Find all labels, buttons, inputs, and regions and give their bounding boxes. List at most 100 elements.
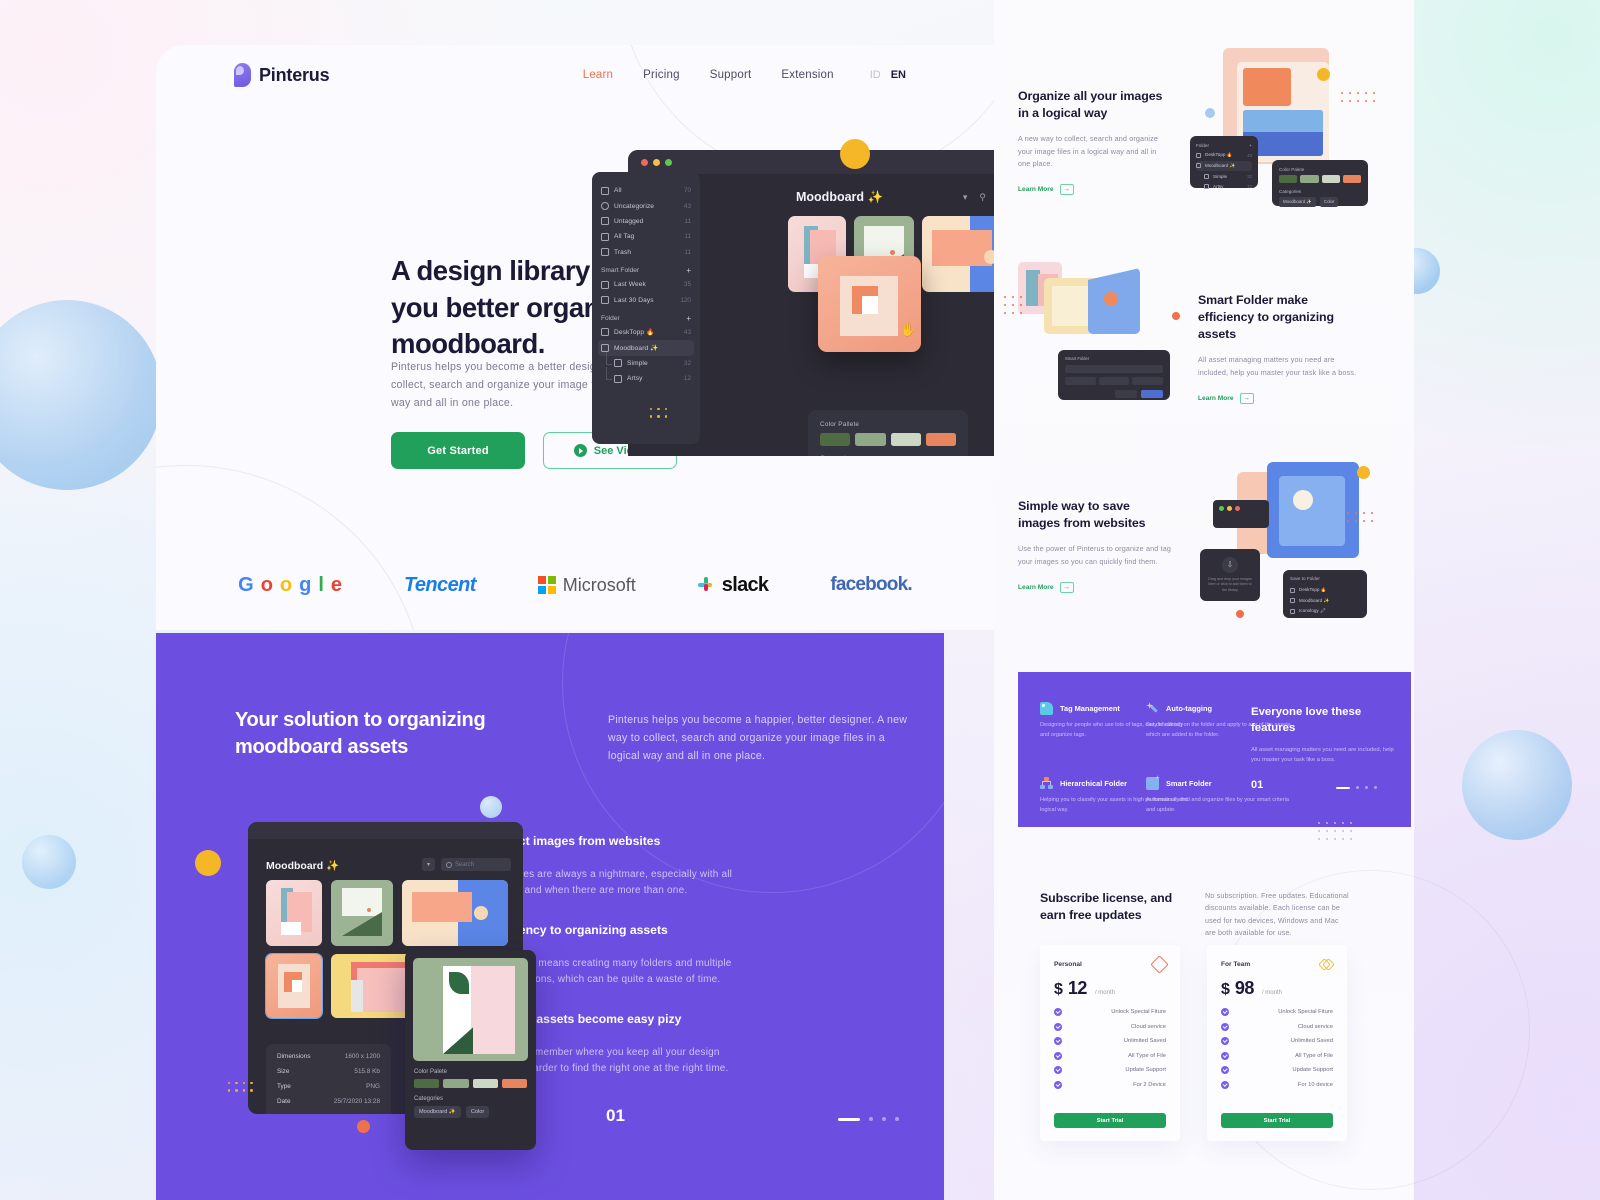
- swatch[interactable]: [443, 1079, 469, 1088]
- pagination-dot[interactable]: [1374, 786, 1377, 789]
- plan-feature: Cloud service: [1054, 1022, 1166, 1031]
- mini-folder-child[interactable]: Artsy 12: [1196, 182, 1252, 193]
- learn-more-link[interactable]: Learn More →: [1018, 581, 1173, 593]
- logo[interactable]: Pinterus: [234, 63, 330, 87]
- plan-feature: For 10 device: [1221, 1080, 1333, 1089]
- save-folder-item[interactable]: Iconology 🖍: [1290, 606, 1360, 617]
- search-icon[interactable]: ⚲: [979, 192, 986, 203]
- cancel-button[interactable]: [1115, 390, 1137, 398]
- nav-link-learn[interactable]: Learn: [583, 69, 613, 81]
- add-smart-folder-icon[interactable]: +: [686, 266, 691, 275]
- filter-icon[interactable]: ▾: [963, 192, 968, 203]
- pagination-dot[interactable]: [882, 1117, 886, 1121]
- swatch[interactable]: [472, 1079, 498, 1088]
- input-field[interactable]: [1065, 365, 1163, 373]
- sidebar-item-trash[interactable]: Trash 11: [601, 245, 691, 260]
- save-folder-item[interactable]: Moodboard ✨: [1290, 596, 1360, 607]
- grid-image[interactable]: [266, 880, 322, 946]
- folder-icon: [1290, 587, 1295, 593]
- grid-image[interactable]: [265, 953, 323, 1019]
- features-card-body: All asset managing matters you need are …: [1251, 747, 1394, 764]
- category-chip[interactable]: Color: [1319, 197, 1339, 207]
- mini-folder-panel: Folder + DeskTopp 🔥 43 Moodboard ✨ Simple…: [1190, 136, 1258, 190]
- learn-more-link[interactable]: Learn More →: [1198, 393, 1358, 405]
- mini-folder-child[interactable]: Simple 32: [1196, 171, 1252, 182]
- input-field[interactable]: [1132, 377, 1164, 385]
- logo-facebook: facebook.: [830, 574, 912, 595]
- sidebar-item-all[interactable]: All 70: [601, 183, 691, 198]
- features-card-copy: Everyone love these features All asset m…: [1251, 705, 1396, 766]
- add-folder-icon[interactable]: +: [686, 314, 691, 323]
- minimize-icon[interactable]: [653, 158, 660, 166]
- window-tools: ▾ ⚲: [963, 192, 986, 203]
- sidebar-item-last-30-days[interactable]: Last 30 Days 120: [601, 292, 691, 307]
- sidebar-item-untagged[interactable]: Untagged 11: [601, 214, 691, 229]
- filter-icon[interactable]: ▾: [422, 858, 435, 871]
- swatch[interactable]: [855, 433, 886, 446]
- swatch[interactable]: [1321, 175, 1340, 183]
- get-started-button[interactable]: Get Started: [391, 432, 525, 469]
- pagination-dot[interactable]: [1365, 786, 1368, 789]
- swatch[interactable]: [414, 1079, 440, 1088]
- nav-link-support[interactable]: Support: [710, 69, 752, 81]
- section-title: Smart Folder make efficiency to organizi…: [1198, 293, 1334, 342]
- carousel-pagination[interactable]: [838, 1117, 899, 1121]
- sidebar-item-uncategorize[interactable]: Uncategorize 43: [601, 198, 691, 213]
- input-field[interactable]: [1098, 377, 1130, 385]
- features-pagination[interactable]: [1336, 786, 1377, 789]
- swatch[interactable]: [501, 1079, 527, 1088]
- color-palette-panel: Color Pallete Categories Moodboard ✨ Col…: [808, 410, 968, 456]
- sidebar-item-all-tag[interactable]: All Tag 11: [601, 229, 691, 244]
- confirm-button[interactable]: [1141, 390, 1163, 398]
- plan-feature: Unlimited Saved: [1221, 1037, 1333, 1045]
- sidebar-item-desktopp[interactable]: DeskTopp 🔥 43: [601, 325, 691, 340]
- swatch[interactable]: [1342, 175, 1361, 183]
- sidebar-item-simple[interactable]: Simple 32: [601, 351, 691, 371]
- maximize-icon[interactable]: [665, 158, 672, 166]
- lang-id[interactable]: ID: [870, 69, 881, 81]
- category-chip[interactable]: Moodboard ✨: [414, 1106, 461, 1118]
- sidebar-item-moodboard[interactable]: Moodboard ✨: [598, 340, 694, 356]
- add-folder-icon[interactable]: +: [1249, 143, 1252, 148]
- mini-folder-item-selected[interactable]: Moodboard ✨: [1196, 160, 1252, 171]
- pagination-dot[interactable]: [869, 1117, 873, 1121]
- pagination-dot[interactable]: [1356, 786, 1359, 789]
- close-icon[interactable]: [641, 158, 648, 166]
- sidebar-label: Last Week: [614, 281, 646, 289]
- save-folder-item[interactable]: DeskTopp 🔥: [1290, 585, 1360, 596]
- start-trial-button[interactable]: Start Trial: [1054, 1113, 1166, 1128]
- right-section-smart-folder: Smart Folder make efficiency to organizi…: [1198, 292, 1358, 405]
- grid-image[interactable]: [402, 880, 508, 946]
- swatch[interactable]: [890, 433, 921, 446]
- pagination-dot[interactable]: [895, 1117, 899, 1121]
- detail-key: Size: [277, 1068, 290, 1075]
- nav-link-extension[interactable]: Extension: [781, 69, 833, 81]
- sidebar-label: All Tag: [614, 233, 635, 241]
- sidebar-item-last-week[interactable]: Last Week 35: [601, 277, 691, 292]
- category-chip[interactable]: Moodboard ✨: [1279, 197, 1316, 207]
- input-field[interactable]: [1065, 377, 1096, 385]
- nav-link-pricing[interactable]: Pricing: [643, 69, 680, 81]
- drop-zone[interactable]: ⇩ Drag and drop your images here or clic…: [1200, 549, 1260, 601]
- swatch[interactable]: [820, 433, 851, 446]
- swatch[interactable]: [1279, 175, 1298, 183]
- pagination-dot-active[interactable]: [838, 1117, 860, 1121]
- grid-image[interactable]: [922, 216, 1000, 292]
- sidebar-count: 43: [683, 328, 691, 336]
- swatch[interactable]: [1300, 175, 1319, 183]
- search-input[interactable]: Search: [441, 858, 511, 871]
- learn-more-link[interactable]: Learn More →: [1018, 184, 1168, 196]
- plan-header: Personal: [1040, 945, 1180, 974]
- category-chip[interactable]: Color: [465, 1106, 490, 1118]
- lang-en[interactable]: EN: [891, 69, 906, 81]
- language-switcher[interactable]: ID EN: [870, 69, 906, 81]
- top-navigation: Pinterus Learn Pricing Support Extension…: [156, 45, 994, 110]
- pagination-dot-active[interactable]: [1336, 786, 1350, 789]
- start-trial-button[interactable]: Start Trial: [1221, 1113, 1333, 1128]
- sidebar-item-artsy[interactable]: Artsy 12: [601, 366, 691, 386]
- detail-key: Date: [277, 1098, 291, 1105]
- dot-decoration: [228, 1082, 253, 1092]
- grid-image[interactable]: [331, 880, 393, 946]
- swatch[interactable]: [925, 433, 956, 446]
- mini-folder-item[interactable]: DeskTopp 🔥 43: [1196, 150, 1252, 161]
